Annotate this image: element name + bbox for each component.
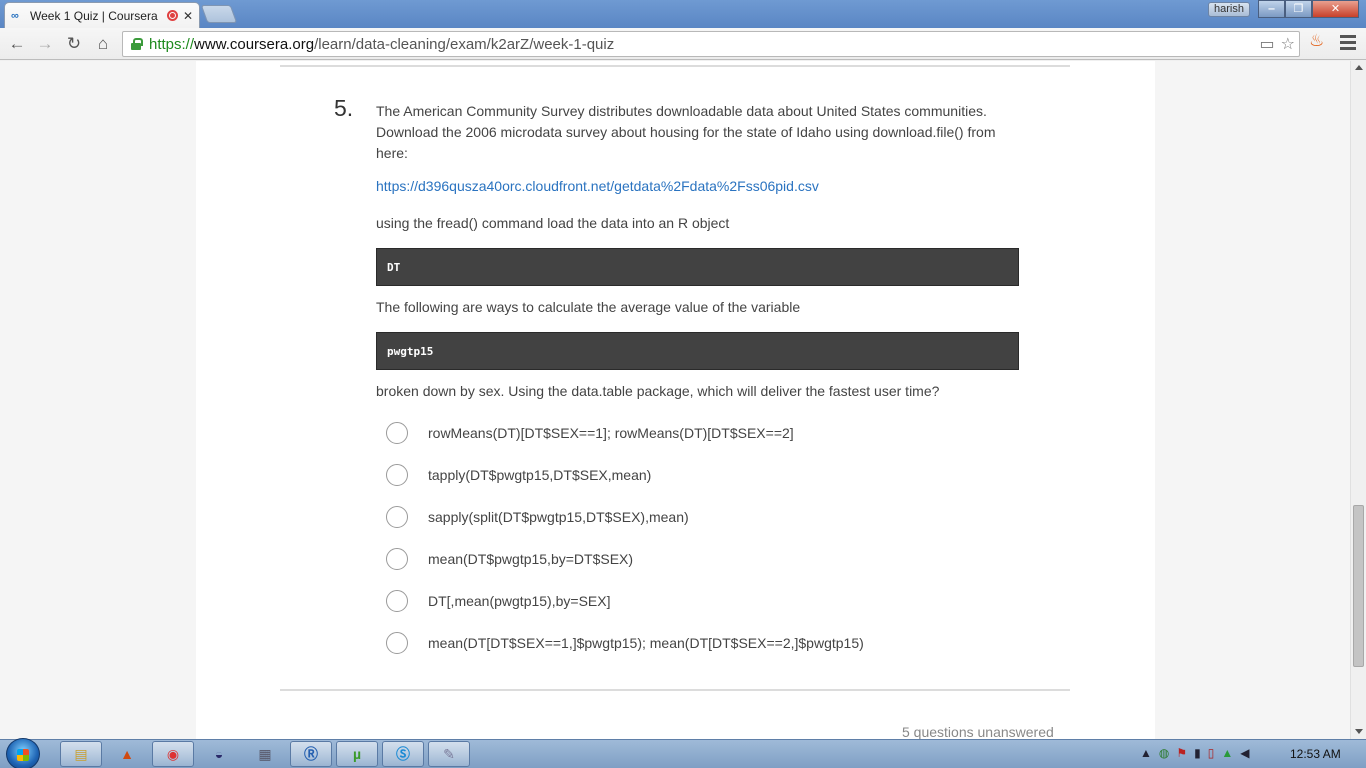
matlab-taskbar-icon[interactable]: ▲ xyxy=(106,741,148,767)
question-prompt: broken down by sex. Using the data.table… xyxy=(376,383,940,399)
radio-button[interactable] xyxy=(386,632,408,654)
option-label: rowMeans(DT)[DT$SEX==1]; rowMeans(DT)[DT… xyxy=(428,425,794,441)
system-tray: ▲ ◍ ⚑ ▮ ▯ ▲ ◀ xyxy=(1140,746,1249,760)
user-profile-badge[interactable]: harish xyxy=(1208,2,1250,17)
secure-lock-icon xyxy=(131,38,143,50)
scroll-down-arrow-icon[interactable] xyxy=(1355,729,1363,734)
browser-toolbar: ← → ↻ ⌂ https://www.coursera.org/learn/d… xyxy=(0,28,1366,60)
network-globe-icon[interactable]: ◍ xyxy=(1159,746,1169,760)
scrollbar-thumb[interactable] xyxy=(1353,505,1364,667)
code-block-variable: pwgtp15 xyxy=(376,332,1019,370)
battery-icon[interactable]: ▯ xyxy=(1208,746,1215,760)
browser-tab[interactable]: ∞ Week 1 Quiz | Coursera ✕ xyxy=(4,2,200,28)
tab-close-button[interactable]: ✕ xyxy=(183,9,193,23)
answer-option[interactable]: sapply(split(DT$pwgtp15,DT$SEX),mean) xyxy=(386,505,689,529)
option-label: mean(DT[DT$SEX==1,]$pwgtp15); mean(DT[DT… xyxy=(428,635,864,651)
clock[interactable]: 12:53 AM xyxy=(1290,747,1341,761)
ways-text: The following are ways to calculate the … xyxy=(376,299,801,315)
option-label: tapply(DT$pwgtp15,DT$SEX,mean) xyxy=(428,467,652,483)
answer-option[interactable]: DT[,mean(pwgtp15),by=SEX] xyxy=(386,589,610,613)
scroll-up-arrow-icon[interactable] xyxy=(1355,65,1363,70)
vertical-scrollbar[interactable] xyxy=(1350,61,1366,739)
home-icon[interactable]: ⌂ xyxy=(92,33,114,55)
code-block-object: DT xyxy=(376,248,1019,286)
chrome-menu-icon[interactable] xyxy=(1340,35,1356,51)
unanswered-status: 5 questions unanswered xyxy=(902,724,1054,739)
quiz-content: 5. The American Community Survey distrib… xyxy=(196,61,1155,739)
radio-button[interactable] xyxy=(386,422,408,444)
taskbar: ▤ ▲ ◉ ◒ ▦ Ⓡ µ Ⓢ ✎ ▲ ◍ ⚑ ▮ ▯ ▲ ◀ 12:53 AM xyxy=(0,738,1366,768)
bookmark-star-icon[interactable]: ☆ xyxy=(1281,34,1295,54)
volume-icon[interactable]: ◀ xyxy=(1240,746,1249,760)
radio-button[interactable] xyxy=(386,506,408,528)
flag-icon[interactable]: ⚑ xyxy=(1176,746,1187,760)
page-action-icon[interactable]: ▭ xyxy=(1260,34,1275,54)
question-intro: The American Community Survey distribute… xyxy=(376,103,996,161)
start-button[interactable] xyxy=(6,738,40,768)
radio-button[interactable] xyxy=(386,548,408,570)
calculator-taskbar-icon[interactable]: ▦ xyxy=(244,741,286,767)
show-hidden-icons-arrow-icon[interactable]: ▲ xyxy=(1140,746,1152,760)
question-number: 5. xyxy=(334,95,354,121)
explorer-taskbar-icon[interactable]: ▤ xyxy=(60,741,102,767)
divider xyxy=(280,65,1070,67)
radio-button[interactable] xyxy=(386,590,408,612)
option-label: mean(DT$pwgtp15,by=DT$SEX) xyxy=(428,551,634,567)
radio-button[interactable] xyxy=(386,464,408,486)
reload-icon[interactable]: ↻ xyxy=(63,33,85,55)
answer-option[interactable]: mean(DT$pwgtp15,by=DT$SEX) xyxy=(386,547,633,571)
answer-option[interactable]: tapply(DT$pwgtp15,DT$SEX,mean) xyxy=(386,463,651,487)
close-window-button[interactable]: ✕ xyxy=(1312,0,1359,18)
paint-taskbar-icon[interactable]: ✎ xyxy=(428,741,470,767)
chrome-taskbar-icon[interactable]: ◉ xyxy=(152,741,194,767)
back-arrow-icon[interactable]: ← xyxy=(6,33,28,55)
tab-title: Week 1 Quiz | Coursera xyxy=(30,8,158,23)
r-taskbar-icon[interactable]: Ⓡ xyxy=(290,741,332,767)
option-label: sapply(split(DT$pwgtp15,DT$SEX),mean) xyxy=(428,509,689,525)
coursera-favicon-icon: ∞ xyxy=(11,9,19,22)
load-instruction: using the fread() command load the data … xyxy=(376,215,730,231)
page-viewport: 5. The American Community Survey distrib… xyxy=(0,61,1350,739)
window-controls: ‒ ❐ ✕ xyxy=(1258,0,1359,18)
address-bar[interactable]: https://www.coursera.org/learn/data-clea… xyxy=(122,31,1300,57)
title-bar: ∞ Week 1 Quiz | Coursera ✕ harish ‒ ❐ ✕ xyxy=(0,0,1366,28)
forward-arrow-icon[interactable]: → xyxy=(34,33,56,55)
answer-option[interactable]: mean(DT[DT$SEX==1,]$pwgtp15); mean(DT[DT… xyxy=(386,631,864,655)
utorrent-taskbar-icon[interactable]: µ xyxy=(336,741,378,767)
google-drive-icon[interactable]: ▲ xyxy=(1221,746,1233,760)
restore-button[interactable]: ❐ xyxy=(1285,0,1312,18)
extension-icon[interactable]: ♨ xyxy=(1309,31,1324,51)
recording-icon xyxy=(166,10,178,21)
answer-option[interactable]: rowMeans(DT)[DT$SEX==1]; rowMeans(DT)[DT… xyxy=(386,421,794,445)
new-tab-button[interactable] xyxy=(200,5,238,23)
url-text[interactable]: https://www.coursera.org/learn/data-clea… xyxy=(149,36,614,53)
option-label: DT[,mean(pwgtp15),by=SEX] xyxy=(428,593,611,609)
divider xyxy=(280,689,1070,691)
eclipse-taskbar-icon[interactable]: ◒ xyxy=(198,741,240,767)
data-download-link[interactable]: https://d396qusza40orc.cloudfront.net/ge… xyxy=(376,178,819,194)
skype-taskbar-icon[interactable]: Ⓢ xyxy=(382,741,424,767)
minimize-button[interactable]: ‒ xyxy=(1258,0,1285,18)
signal-icon[interactable]: ▮ xyxy=(1194,746,1201,760)
